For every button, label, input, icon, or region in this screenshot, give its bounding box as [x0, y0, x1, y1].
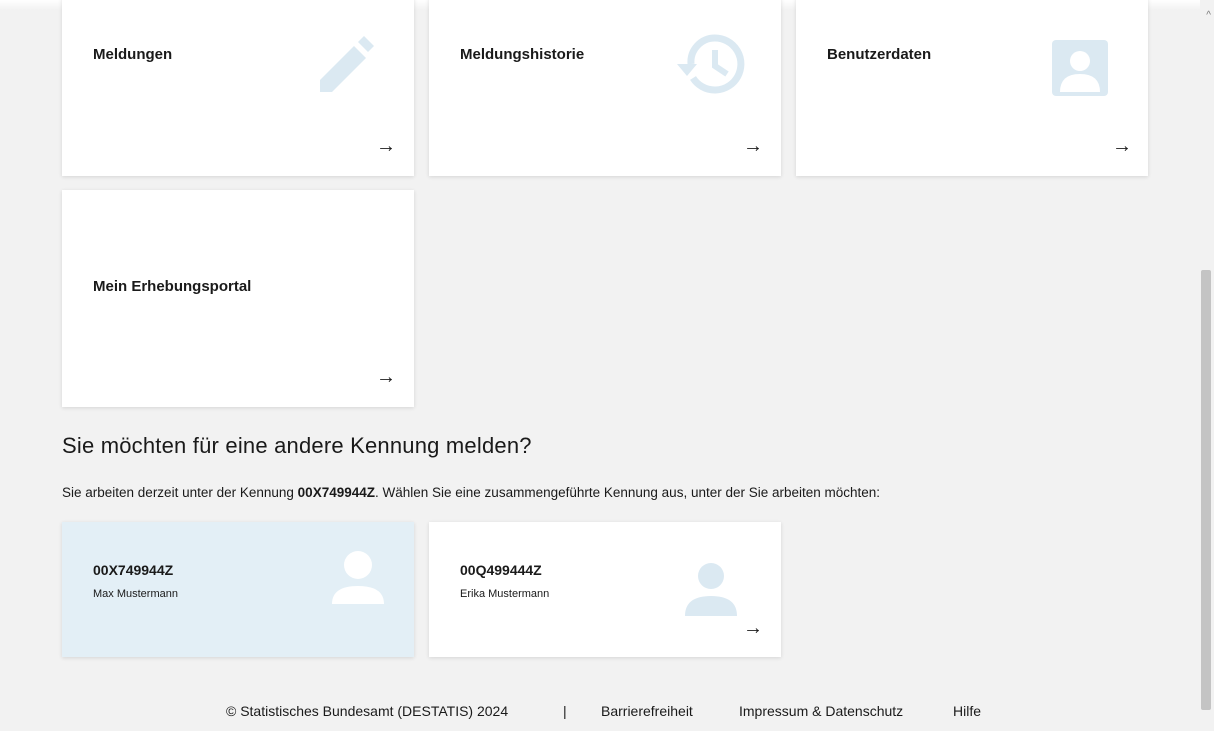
- scrollbar-thumb[interactable]: [1201, 270, 1211, 710]
- footer-separator: |: [563, 703, 567, 719]
- tile-mein-erhebungsportal[interactable]: Mein Erhebungsportal →: [62, 190, 414, 407]
- account-name: Erika Mustermann: [460, 588, 550, 600]
- arrow-right-icon: →: [743, 135, 763, 157]
- tile-benutzerdaten[interactable]: Benutzerdaten →: [796, 0, 1148, 176]
- tile-meldungshistorie[interactable]: Meldungshistorie →: [429, 0, 781, 176]
- arrow-right-icon: →: [376, 135, 396, 157]
- history-icon: [677, 34, 745, 94]
- account-id: 00X749944Z: [93, 562, 174, 578]
- footer-link-impressum[interactable]: Impressum & Datenschutz: [739, 703, 903, 719]
- person-icon: [332, 551, 384, 604]
- account-card-selected[interactable]: 00X749944Z Max Mustermann: [62, 522, 414, 657]
- tile-title: Meldungen: [93, 46, 173, 63]
- tile-title: Mein Erhebungsportal: [93, 278, 252, 295]
- section-heading: Sie möchten für eine andere Kennung meld…: [62, 433, 532, 458]
- footer-link-hilfe[interactable]: Hilfe: [953, 703, 981, 719]
- footer-copyright: © Statistisches Bundesamt (DESTATIS) 202…: [226, 703, 509, 719]
- intro-text: Sie arbeiten derzeit unter der Kennung 0…: [62, 485, 880, 500]
- user-card-icon: [1052, 40, 1108, 96]
- account-name: Max Mustermann: [93, 588, 178, 600]
- arrow-right-icon: →: [1112, 135, 1132, 157]
- account-card[interactable]: 00Q499444Z Erika Mustermann →: [429, 522, 781, 657]
- tile-title: Meldungshistorie: [460, 46, 585, 63]
- intro-after: . Wählen Sie eine zusammengeführte Kennu…: [375, 485, 881, 500]
- tile-title: Benutzerdaten: [827, 46, 932, 63]
- pencil-icon: [320, 36, 374, 92]
- person-icon: [685, 563, 737, 616]
- account-id: 00Q499444Z: [460, 562, 542, 578]
- scroll-up-icon[interactable]: ^: [1206, 10, 1211, 21]
- current-id: 00X749944Z: [297, 485, 375, 500]
- arrow-right-icon: →: [376, 366, 396, 388]
- footer-link-barrierefreiheit[interactable]: Barrierefreiheit: [601, 703, 693, 719]
- arrow-right-icon: →: [743, 617, 763, 639]
- tile-meldungen[interactable]: Meldungen →: [62, 0, 414, 176]
- intro-before: Sie arbeiten derzeit unter der Kennung: [62, 485, 298, 500]
- scrollbar[interactable]: ^: [1200, 0, 1214, 731]
